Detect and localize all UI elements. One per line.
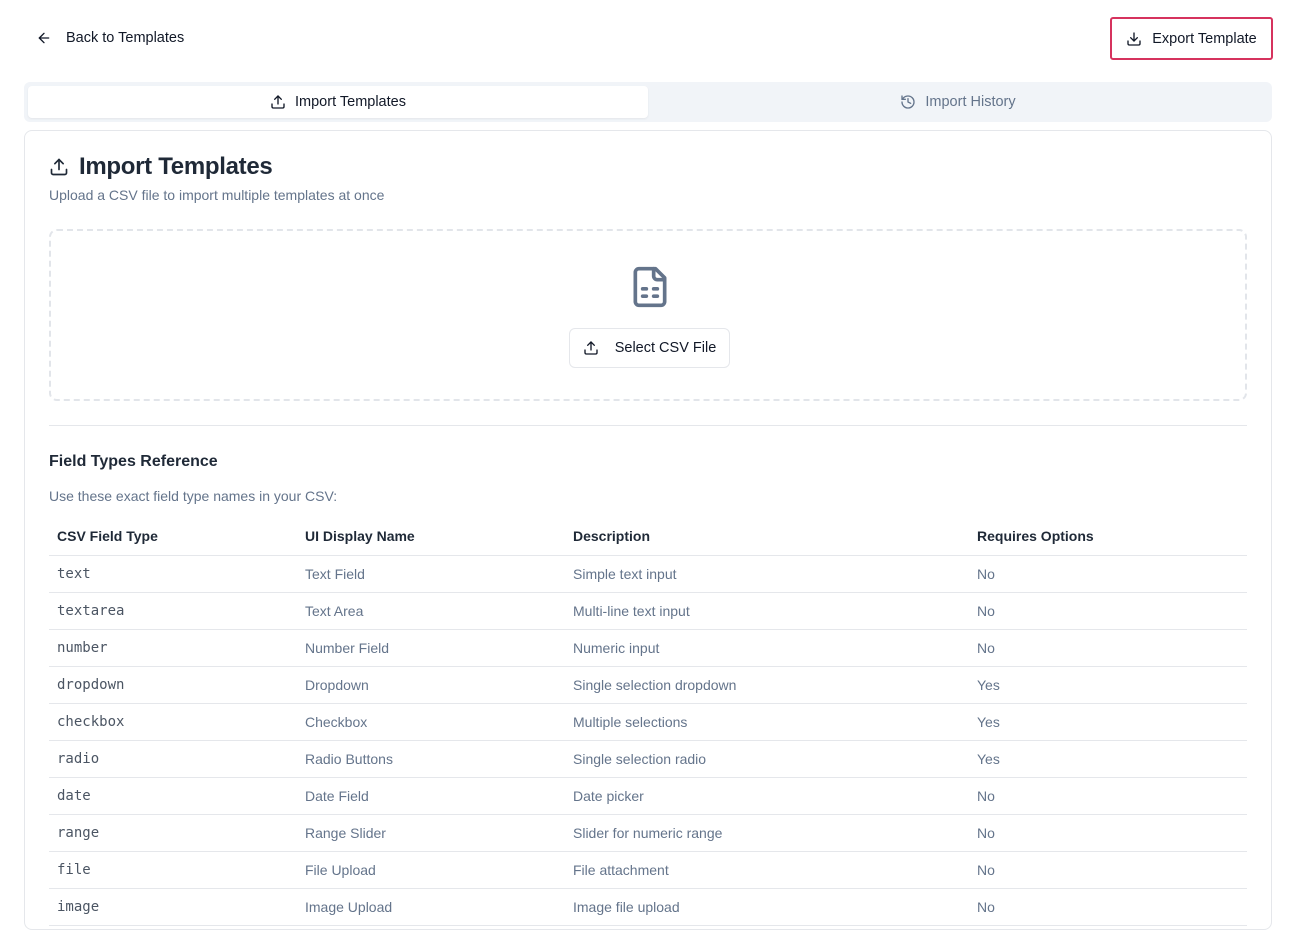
back-label: Back to Templates	[66, 30, 185, 46]
page-title: Import Templates	[49, 153, 273, 181]
upload-icon	[583, 340, 599, 356]
display-name-cell: Radio Buttons	[297, 740, 565, 778]
requires-options-cell: No	[969, 851, 1247, 889]
upload-icon	[270, 94, 286, 110]
display-name-cell: Text Area	[297, 592, 565, 630]
select-csv-button[interactable]: Select CSV File	[569, 328, 730, 368]
display-name-cell: File Upload	[297, 851, 565, 889]
requires-options-cell: No	[969, 555, 1247, 593]
select-csv-label: Select CSV File	[614, 340, 717, 356]
description-cell: Numeric input	[565, 629, 969, 667]
column-header: Requires Options	[969, 518, 1247, 556]
display-name-cell: Checkbox	[297, 703, 565, 741]
field-type-cell: text	[49, 555, 297, 593]
tab-import-history[interactable]: Import History	[648, 86, 1268, 118]
field-type-cell: file	[49, 851, 297, 889]
description-cell: Single selection radio	[565, 740, 969, 778]
tab-label: Import History	[925, 94, 1016, 110]
history-icon	[900, 94, 916, 110]
description-cell: Slider for numeric range	[565, 814, 969, 852]
table-header-row: CSV Field Type UI Display Name Descripti…	[49, 518, 1247, 556]
column-header: UI Display Name	[297, 518, 565, 556]
field-type-cell: number	[49, 629, 297, 667]
display-name-cell: Image Upload	[297, 888, 565, 926]
field-type-cell: textarea	[49, 592, 297, 630]
column-header: Description	[565, 518, 969, 556]
description-cell: Image file upload	[565, 888, 969, 926]
table-row: dropdown Dropdown Single selection dropd…	[49, 666, 1247, 704]
requires-options-cell: No	[969, 777, 1247, 815]
tab-label: Import Templates	[295, 94, 406, 110]
display-name-cell: Dropdown	[297, 666, 565, 704]
tab-list: Import Templates Import History	[24, 82, 1272, 122]
import-card: Import Templates Upload a CSV file to im…	[24, 130, 1272, 930]
upload-icon	[49, 157, 69, 177]
description-cell: Single selection dropdown	[565, 666, 969, 704]
table-row: range Range Slider Slider for numeric ra…	[49, 814, 1247, 852]
description-cell: Multiple selections	[565, 703, 969, 741]
table-row: radio Radio Buttons Single selection rad…	[49, 740, 1247, 778]
tab-import-templates[interactable]: Import Templates	[28, 86, 648, 118]
requires-options-cell: No	[969, 629, 1247, 667]
back-to-templates-button[interactable]: Back to Templates	[30, 20, 190, 56]
description-cell: Multi-line text input	[565, 592, 969, 630]
field-type-cell: range	[49, 814, 297, 852]
requires-options-cell: Yes	[969, 666, 1247, 704]
file-spreadsheet-icon	[628, 263, 672, 311]
reference-subtitle: Use these exact field type names in your…	[49, 488, 338, 504]
section-divider	[49, 425, 1247, 426]
card-title-text: Import Templates	[79, 153, 273, 180]
requires-options-cell: No	[969, 814, 1247, 852]
requires-options-cell: Yes	[969, 740, 1247, 778]
display-name-cell: Text Field	[297, 555, 565, 593]
column-header: CSV Field Type	[49, 518, 297, 556]
table-row: text Text Field Simple text input No	[49, 555, 1247, 593]
arrow-left-icon	[36, 30, 52, 46]
card-subtitle: Upload a CSV file to import multiple tem…	[49, 187, 385, 203]
export-template-button[interactable]: Export Template	[1110, 17, 1273, 60]
field-type-cell: checkbox	[49, 703, 297, 741]
field-type-cell: image	[49, 888, 297, 926]
table-row: textarea Text Area Multi-line text input…	[49, 592, 1247, 630]
display-name-cell: Date Field	[297, 777, 565, 815]
download-icon	[1126, 31, 1142, 47]
description-cell: Simple text input	[565, 555, 969, 593]
reference-title: Field Types Reference	[49, 453, 218, 470]
display-name-cell: Range Slider	[297, 814, 565, 852]
requires-options-cell: No	[969, 592, 1247, 630]
export-label: Export Template	[1152, 30, 1257, 47]
field-type-cell: radio	[49, 740, 297, 778]
table-row: image Image Upload Image file upload No	[49, 888, 1247, 926]
requires-options-cell: Yes	[969, 703, 1247, 741]
field-type-cell: dropdown	[49, 666, 297, 704]
table-row: file File Upload File attachment No	[49, 851, 1247, 889]
table-row: checkbox Checkbox Multiple selections Ye…	[49, 703, 1247, 741]
requires-options-cell: No	[969, 888, 1247, 926]
field-types-table: CSV Field Type UI Display Name Descripti…	[49, 518, 1247, 926]
csv-dropzone[interactable]: Select CSV File	[49, 229, 1247, 401]
field-type-cell: date	[49, 777, 297, 815]
table-row: date Date Field Date picker No	[49, 777, 1247, 815]
table-row: number Number Field Numeric input No	[49, 629, 1247, 667]
description-cell: File attachment	[565, 851, 969, 889]
display-name-cell: Number Field	[297, 629, 565, 667]
description-cell: Date picker	[565, 777, 969, 815]
